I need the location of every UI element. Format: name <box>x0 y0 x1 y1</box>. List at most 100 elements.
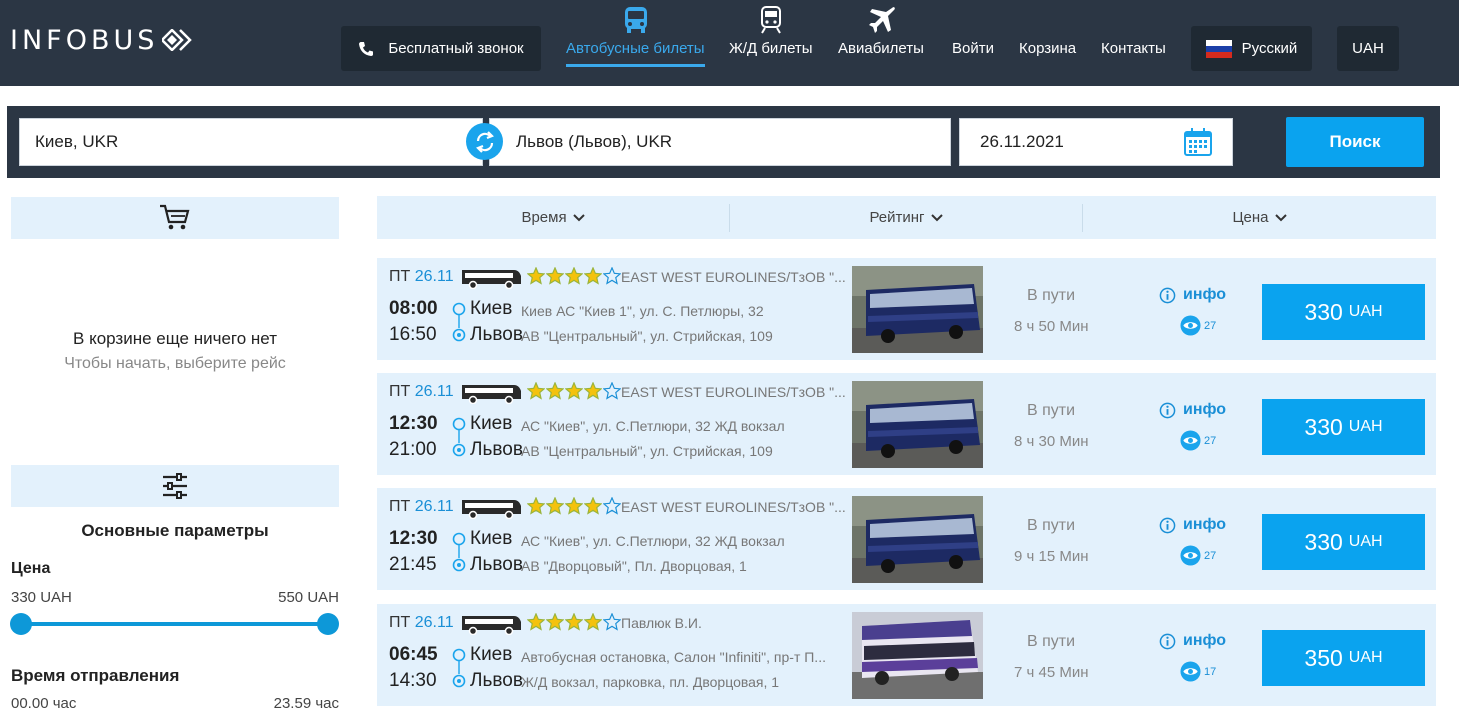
price-button[interactable]: 350 UAH <box>1262 630 1425 686</box>
trip-day: ПТ 26.11 <box>389 383 454 401</box>
route-line-icon <box>452 417 466 457</box>
free-call-button[interactable]: Бесплатный звонок <box>341 26 541 71</box>
infobus-logo[interactable]: INFOBUS <box>10 24 194 56</box>
bus-photo-frame[interactable] <box>852 612 983 699</box>
travel-duration: 7 ч 45 Мин <box>1014 664 1089 681</box>
bus-photo <box>852 381 983 468</box>
sort-by-rating[interactable]: Рейтинг <box>730 196 1082 239</box>
sort-by-time[interactable]: Время <box>377 196 729 239</box>
departure-city: Киев <box>470 413 513 434</box>
sort-time-label: Время <box>521 209 567 226</box>
nav-contacts[interactable]: Контакты <box>1101 40 1166 57</box>
nav-train-tickets[interactable]: Ж/Д билеты <box>729 40 813 57</box>
active-nav-underline <box>566 64 705 67</box>
info-label: инфо <box>1183 516 1227 533</box>
trip-weekday: ПТ <box>389 383 411 400</box>
arrival-time: 21:45 <box>389 554 437 575</box>
search-button[interactable]: Поиск <box>1286 117 1424 167</box>
carrier-name[interactable]: EAST WEST EUROLINES/ТзОВ "... <box>621 384 847 400</box>
bus-side-icon <box>462 270 521 290</box>
star-filled-icon <box>527 497 545 515</box>
date-value: 26.11.2021 <box>980 132 1064 151</box>
views-count: 27 <box>1204 319 1217 332</box>
price-button[interactable]: 330 UAH <box>1262 514 1425 570</box>
star-filled-icon <box>527 613 545 631</box>
star-filled-icon <box>565 497 583 515</box>
nav-air-tickets[interactable]: Авиабилеты <box>838 40 924 57</box>
nav-login[interactable]: Войти <box>952 40 994 57</box>
bus-photo-frame[interactable] <box>852 496 983 583</box>
chevron-down-icon <box>1274 213 1287 221</box>
trip-weekday: ПТ <box>389 614 411 631</box>
currency-selector[interactable]: UAH <box>1337 26 1399 71</box>
carrier-name[interactable]: Павлюк В.И. <box>621 615 847 631</box>
to-city-value: Львов (Львов), UKR <box>516 132 673 151</box>
trip-card[interactable]: ПТ 26.11 EAST WEST EUROLINES/ТзОВ "... 08:… <box>377 258 1436 360</box>
travel-duration: 9 ч 15 Мин <box>1014 548 1089 565</box>
arrival-address: АВ "Центральный", ул. Стрийская, 109 <box>521 328 773 344</box>
language-selector[interactable]: Русский <box>1191 26 1312 71</box>
star-filled-icon <box>584 497 602 515</box>
views-counter: 27 <box>1180 315 1216 336</box>
trip-card[interactable]: ПТ 26.11 EAST WEST EUROLINES/ТзОВ "... 12:… <box>377 488 1436 590</box>
logo-text: INFOBUS <box>10 24 159 56</box>
nav-bus-tickets[interactable]: Автобусные билеты <box>566 40 705 57</box>
trip-day: ПТ 26.11 <box>389 268 454 286</box>
swap-arrows-icon <box>475 130 494 153</box>
price-button[interactable]: 330 UAH <box>1262 284 1425 340</box>
info-label: инфо <box>1183 401 1227 418</box>
price-amount: 350 <box>1304 644 1343 671</box>
price-slider-min-handle[interactable] <box>10 613 32 635</box>
calendar-icon[interactable] <box>1184 128 1212 156</box>
bus-side-icon <box>462 385 521 405</box>
bus-type <box>460 267 522 294</box>
carrier-name[interactable]: EAST WEST EUROLINES/ТзОВ "... <box>621 269 847 285</box>
trip-date: 26.11 <box>414 498 454 515</box>
sort-by-price[interactable]: Цена <box>1083 196 1436 239</box>
price-slider-max-handle[interactable] <box>317 613 339 635</box>
price-min-value: 330 UAH <box>11 589 72 606</box>
bus-photo-frame[interactable] <box>852 381 983 468</box>
travel-duration: 8 ч 30 Мин <box>1014 433 1089 450</box>
arrival-address: АВ "Дворцовый", Пл. Дворцовая, 1 <box>521 558 747 574</box>
star-filled-icon <box>527 382 545 400</box>
info-label: инфо <box>1183 632 1227 649</box>
arrival-city: Львов <box>470 670 523 691</box>
from-city-input[interactable]: Киев, UKR <box>19 118 483 166</box>
free-call-label: Бесплатный звонок <box>388 40 524 57</box>
arrival-address: АВ "Центральный", ул. Стрийская, 109 <box>521 443 773 459</box>
price-currency: UAH <box>1348 649 1383 666</box>
sort-rating-label: Рейтинг <box>869 209 925 226</box>
trip-card[interactable]: ПТ 26.11 Павлюк В.И. 06:45 14:30 Киев Автобус… <box>377 604 1436 706</box>
arrival-time: 21:00 <box>389 439 437 460</box>
travel-time-label: В пути <box>1027 287 1076 304</box>
travel-duration: 8 ч 50 Мин <box>1014 318 1089 335</box>
info-icon <box>1159 633 1176 649</box>
bus-type <box>460 382 522 409</box>
bus-photo-frame[interactable] <box>852 266 983 353</box>
chevron-down-icon <box>572 213 585 221</box>
trip-card[interactable]: ПТ 26.11 EAST WEST EUROLINES/ТзОВ "... 12:… <box>377 373 1436 475</box>
language-label: Русский <box>1241 40 1298 57</box>
info-link[interactable]: инфо <box>1159 286 1226 304</box>
train-icon <box>761 6 781 34</box>
price-button[interactable]: 330 UAH <box>1262 399 1425 455</box>
carrier-name[interactable]: EAST WEST EUROLINES/ТзОВ "... <box>621 499 847 515</box>
nav-cart[interactable]: Корзина <box>1019 40 1076 57</box>
star-filled-icon <box>565 382 583 400</box>
info-link[interactable]: инфо <box>1159 401 1226 419</box>
bus-photo <box>852 266 983 353</box>
star-empty-icon <box>603 613 621 631</box>
swap-cities-button[interactable] <box>466 123 503 160</box>
bus-type <box>460 613 522 640</box>
info-icon <box>1159 517 1176 533</box>
time-min-value: 00.00 час <box>11 695 77 712</box>
departure-address: АС "Киев", ул. С.Петлюри, 32 ЖД вокзал <box>521 418 785 434</box>
info-link[interactable]: инфо <box>1159 632 1226 650</box>
info-link[interactable]: инфо <box>1159 516 1226 534</box>
travel-time-label: В пути <box>1027 402 1076 419</box>
date-input[interactable]: 26.11.2021 <box>959 118 1233 166</box>
price-currency: UAH <box>1348 303 1383 320</box>
to-city-input[interactable]: Львов (Львов), UKR <box>489 118 951 166</box>
trip-date: 26.11 <box>414 383 454 400</box>
